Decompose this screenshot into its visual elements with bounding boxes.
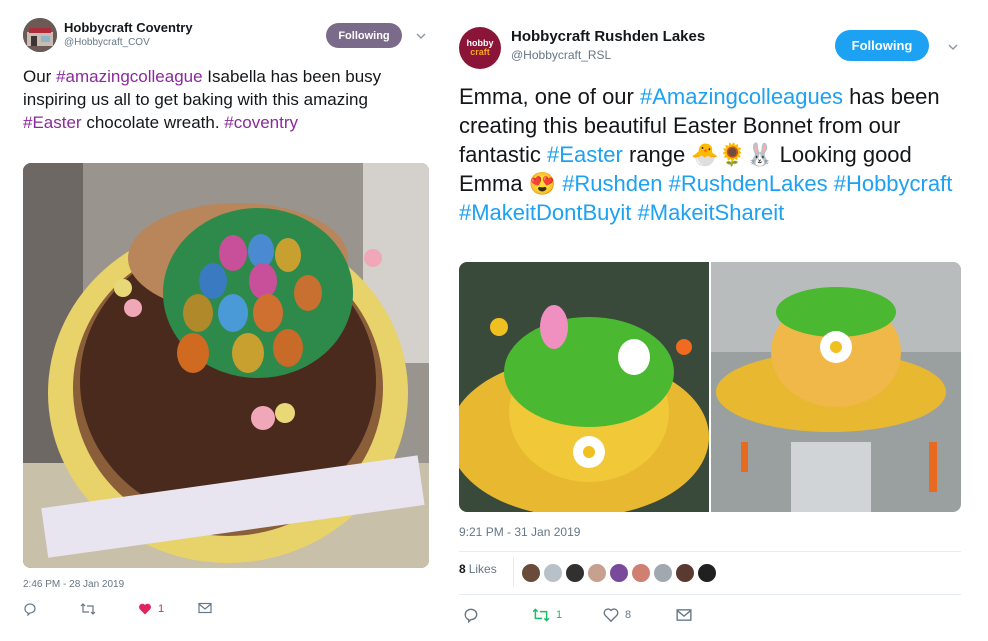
likes-count: 8	[459, 562, 466, 576]
liker-avatar[interactable]	[653, 563, 673, 583]
liker-avatar[interactable]	[565, 563, 585, 583]
account-handle[interactable]: @Hobbycraft_RSL	[511, 48, 611, 62]
liker-avatar[interactable]	[521, 563, 541, 583]
tweet-photo-bonnet-1[interactable]	[459, 262, 709, 512]
reply-icon	[24, 603, 36, 616]
reply-icon	[464, 608, 478, 623]
reply-action[interactable]	[463, 607, 479, 623]
avatar-text: craft	[470, 47, 490, 57]
liker-avatar[interactable]	[543, 563, 563, 583]
chevron-down-icon[interactable]	[416, 31, 426, 41]
account-name[interactable]: Hobbycraft Coventry	[64, 20, 193, 35]
like-count: 1	[158, 603, 165, 615]
account-handle[interactable]: @Hobbycraft_COV	[64, 37, 150, 48]
hashtag-easter[interactable]: #Easter	[547, 142, 623, 167]
heart-icon	[603, 608, 619, 623]
chocolate-wreath-image	[23, 163, 429, 568]
reply-action[interactable]	[23, 602, 37, 616]
retweet-action[interactable]	[80, 602, 96, 616]
divider	[459, 551, 961, 552]
like-count: 8	[625, 609, 632, 621]
liker-avatar[interactable]	[587, 563, 607, 583]
text-segment: Our	[23, 67, 57, 86]
tweet-text: Our #amazingcolleague Isabella has been …	[23, 65, 428, 134]
tweet-timestamp[interactable]: 2:46 PM - 28 Jan 2019	[23, 579, 124, 590]
tweet-timestamp[interactable]: 9:21 PM - 31 Jan 2019	[459, 525, 580, 539]
hashtag-easter[interactable]: #Easter	[23, 113, 82, 132]
tweet-coventry: Hobbycraft Coventry @Hobbycraft_COV Foll…	[0, 0, 445, 641]
dm-action[interactable]	[676, 608, 692, 622]
likes-summary[interactable]: 8 Likes	[459, 562, 497, 576]
divider	[513, 557, 514, 587]
tweet-rushden: hobby craft Hobbycraft Rushden Lakes @Ho…	[445, 0, 988, 641]
dm-action[interactable]	[198, 602, 212, 614]
heart-icon	[139, 603, 151, 615]
tweet-photo-bonnet-2[interactable]	[711, 262, 961, 512]
easter-bonnet-image	[459, 262, 709, 512]
account-name[interactable]: Hobbycraft Rushden Lakes	[511, 28, 705, 45]
text-segment: Emma, one of our	[459, 84, 640, 109]
retweet-count: 1	[556, 609, 563, 621]
divider	[459, 594, 961, 595]
dm-icon	[676, 609, 692, 621]
retweet-action[interactable]: 1	[532, 607, 562, 623]
like-action[interactable]: 8	[603, 607, 631, 623]
likes-label: Likes	[468, 562, 497, 576]
following-button[interactable]: Following	[835, 30, 929, 61]
hashtag-amazingcolleague[interactable]: #amazingcolleague	[56, 67, 203, 86]
liker-avatar[interactable]	[697, 563, 717, 583]
retweet-icon	[80, 603, 96, 615]
liker-avatar[interactable]	[631, 563, 651, 583]
tweet-photo-chocolate-wreath[interactable]	[23, 163, 429, 568]
liker-avatar[interactable]	[609, 563, 629, 583]
avatar[interactable]: hobby craft	[459, 27, 501, 69]
liker-avatar[interactable]	[675, 563, 695, 583]
retweet-icon	[532, 608, 550, 622]
like-action[interactable]: 1	[138, 602, 164, 616]
tweet-text: Emma, one of our #Amazingcolleagues has …	[459, 82, 959, 227]
following-button[interactable]: Following	[326, 23, 402, 48]
hashtag-coventry[interactable]: #coventry	[224, 113, 298, 132]
text-segment: chocolate wreath.	[81, 113, 225, 132]
hashtag-amazingcolleagues[interactable]: #Amazingcolleagues	[640, 84, 843, 109]
liker-avatars	[521, 563, 719, 583]
easter-bonnet-image	[711, 262, 961, 512]
avatar[interactable]	[23, 18, 57, 52]
store-front-icon	[23, 18, 57, 52]
dm-icon	[198, 602, 212, 614]
chevron-down-icon[interactable]	[948, 42, 958, 52]
